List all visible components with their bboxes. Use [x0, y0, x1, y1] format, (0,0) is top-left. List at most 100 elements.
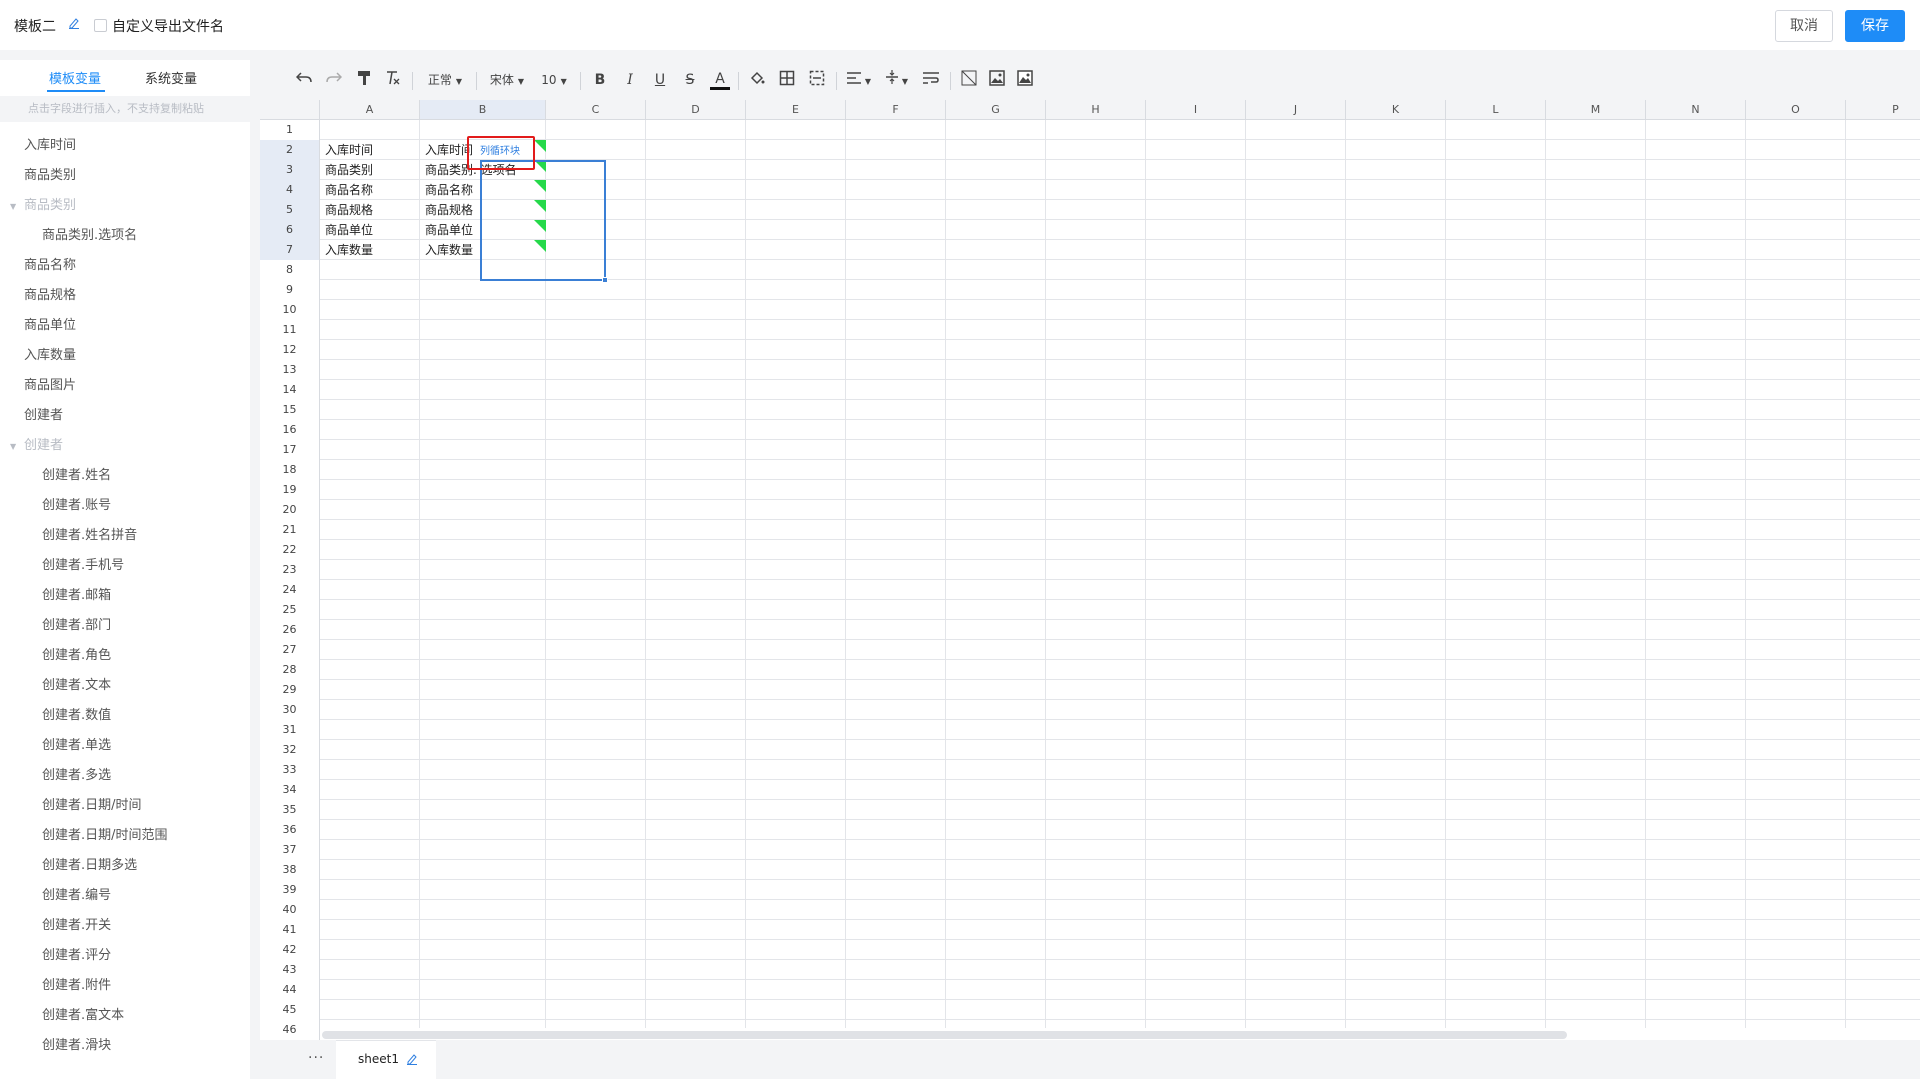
variable-item[interactable]: 创建者.评分	[0, 941, 250, 971]
row-header[interactable]: 26	[260, 620, 320, 640]
cell-a[interactable]: 商品规格	[320, 200, 420, 220]
pencil-icon[interactable]	[68, 15, 82, 31]
column-header[interactable]: K	[1346, 100, 1446, 120]
scrollbar-thumb[interactable]	[322, 1031, 1567, 1039]
tab-system-variables[interactable]: 系统变量	[145, 68, 197, 87]
variable-item[interactable]: 创建者.姓名	[0, 461, 250, 491]
row-header[interactable]: 19	[260, 480, 320, 500]
cancel-button[interactable]: 取消	[1775, 10, 1833, 42]
insert-image-icon[interactable]	[986, 70, 1008, 90]
column-header[interactable]: I	[1146, 100, 1246, 120]
redo-icon[interactable]	[324, 70, 344, 90]
variable-item[interactable]: 创建者.部门	[0, 611, 250, 641]
row-header[interactable]: 41	[260, 920, 320, 940]
cell-a[interactable]: 入库时间	[320, 140, 420, 160]
variable-item[interactable]: 创建者.富文本	[0, 1001, 250, 1031]
row-header[interactable]: 24	[260, 580, 320, 600]
pencil-icon[interactable]	[406, 1051, 418, 1068]
variable-item[interactable]: 创建者.数值	[0, 701, 250, 731]
row-header[interactable]: 36	[260, 820, 320, 840]
variable-item[interactable]: 创建者.开关	[0, 911, 250, 941]
row-header[interactable]: 4	[260, 180, 320, 200]
italic-button[interactable]: I	[620, 70, 640, 90]
column-header[interactable]: F	[846, 100, 946, 120]
fill-handle[interactable]	[602, 277, 608, 283]
format-painter-icon[interactable]	[354, 70, 374, 90]
vertical-align-dropdown[interactable]: ▼	[882, 70, 912, 90]
row-header[interactable]: 18	[260, 460, 320, 480]
row-header[interactable]: 14	[260, 380, 320, 400]
variable-item[interactable]: 商品名称	[0, 251, 250, 281]
row-header[interactable]: 43	[260, 960, 320, 980]
row-header[interactable]: 3	[260, 160, 320, 180]
cell-grid[interactable]: 入库时间 商品类别 商品名称 商品规格 商品单位 入库数量 入库时间 商品类别. 选项名 商品名…	[320, 120, 1920, 1040]
row-header[interactable]: 23	[260, 560, 320, 580]
font-size-dropdown[interactable]: 10 ▼	[536, 70, 572, 90]
variable-item[interactable]: 创建者.姓名拼音	[0, 521, 250, 551]
row-header[interactable]: 10	[260, 300, 320, 320]
text-wrap-icon[interactable]	[920, 70, 942, 90]
variable-item[interactable]: 创建者.附件	[0, 971, 250, 1001]
variable-group-toggle[interactable]: ▼ 创建者	[0, 431, 250, 461]
column-header[interactable]: D	[646, 100, 746, 120]
row-header[interactable]: 1	[260, 120, 320, 140]
column-header[interactable]: H	[1046, 100, 1146, 120]
row-header[interactable]: 37	[260, 840, 320, 860]
column-header[interactable]: L	[1446, 100, 1546, 120]
column-header[interactable]: C	[546, 100, 646, 120]
row-header[interactable]: 9	[260, 280, 320, 300]
variable-item[interactable]: 创建者.单选	[0, 731, 250, 761]
variable-group-toggle[interactable]: ▼ 商品类别	[0, 191, 250, 221]
column-header[interactable]: G	[946, 100, 1046, 120]
row-header[interactable]: 22	[260, 540, 320, 560]
row-header[interactable]: 5	[260, 200, 320, 220]
variable-item[interactable]: 创建者.日期多选	[0, 851, 250, 881]
variable-item[interactable]: 入库数量	[0, 341, 250, 371]
variable-item[interactable]: 创建者.文本	[0, 671, 250, 701]
row-header[interactable]: 11	[260, 320, 320, 340]
horizontal-scrollbar[interactable]	[320, 1028, 1920, 1040]
row-header[interactable]: 40	[260, 900, 320, 920]
row-header[interactable]: 25	[260, 600, 320, 620]
variable-item[interactable]: 入库时间	[0, 131, 250, 161]
merge-cells-icon[interactable]	[806, 70, 828, 90]
variable-item[interactable]: 创建者.编号	[0, 881, 250, 911]
row-header[interactable]: 15	[260, 400, 320, 420]
row-header[interactable]: 33	[260, 760, 320, 780]
variable-item[interactable]: 商品类别.选项名	[0, 221, 250, 251]
custom-export-checkbox[interactable]	[94, 19, 107, 32]
bold-button[interactable]: B	[590, 70, 610, 90]
horizontal-align-dropdown[interactable]: ▼	[844, 70, 874, 90]
row-header[interactable]: 34	[260, 780, 320, 800]
more-sheets-button[interactable]: ···	[308, 1050, 324, 1066]
variable-item[interactable]: 创建者.日期/时间	[0, 791, 250, 821]
row-header[interactable]: 31	[260, 720, 320, 740]
column-header[interactable]: J	[1246, 100, 1346, 120]
fill-color-icon[interactable]	[746, 70, 768, 90]
strikethrough-button[interactable]: S	[680, 70, 700, 90]
variable-item[interactable]: 创建者.多选	[0, 761, 250, 791]
tab-template-variables[interactable]: 模板变量	[49, 68, 101, 87]
row-header[interactable]: 27	[260, 640, 320, 660]
variable-item[interactable]: 商品类别	[0, 161, 250, 191]
variable-item[interactable]: 创建者.角色	[0, 641, 250, 671]
variable-item[interactable]: 创建者.邮箱	[0, 581, 250, 611]
row-header[interactable]: 7	[260, 240, 320, 260]
row-header[interactable]: 42	[260, 940, 320, 960]
clear-format-icon[interactable]	[382, 70, 402, 90]
diagonal-border-icon[interactable]	[958, 70, 980, 90]
save-button[interactable]: 保存	[1845, 10, 1905, 42]
sheet-tab[interactable]: sheet1	[336, 1040, 436, 1079]
underline-button[interactable]: U	[650, 70, 670, 90]
variable-item[interactable]: 商品规格	[0, 281, 250, 311]
cell-a[interactable]: 商品类别	[320, 160, 420, 180]
font-color-button[interactable]: A	[710, 70, 730, 90]
row-header[interactable]: 20	[260, 500, 320, 520]
spreadsheet-grid[interactable]: ABCDEFGHIJKLMNOP 1 2 3 4 5 6 7 8 9 10 11 12 13 14 15 16…	[260, 100, 1920, 1040]
cell-a[interactable]: 商品名称	[320, 180, 420, 200]
variable-item[interactable]: 创建者.账号	[0, 491, 250, 521]
column-header[interactable]: M	[1546, 100, 1646, 120]
row-header[interactable]: 12	[260, 340, 320, 360]
row-header[interactable]: 8	[260, 260, 320, 280]
column-header[interactable]: A	[320, 100, 420, 120]
